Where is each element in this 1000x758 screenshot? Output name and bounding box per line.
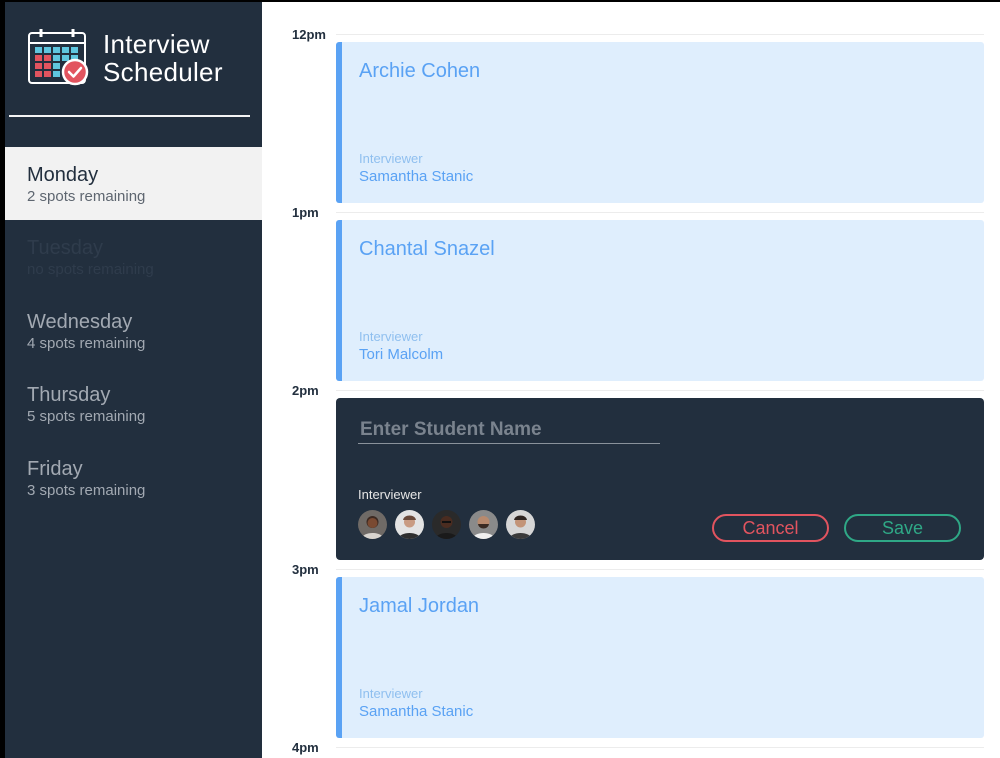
interviewer-label: Interviewer [359, 686, 423, 701]
appointment-card[interactable]: Chantal Snazel Interviewer Tori Malcolm [336, 220, 984, 381]
day-item-monday[interactable]: Monday 2 spots remaining [5, 147, 262, 221]
day-spots: 3 spots remaining [27, 481, 146, 499]
hour-divider [336, 34, 984, 35]
day-name: Tuesday [27, 237, 103, 260]
hour-divider [336, 390, 984, 391]
day-item-tuesday[interactable]: Tuesday no spots remaining [5, 220, 262, 293]
appointment-card[interactable]: Archie Cohen Interviewer Samantha Stanic [336, 42, 984, 203]
student-name: Chantal Snazel [359, 238, 495, 260]
day-spots: 5 spots remaining [27, 408, 146, 426]
interviewer-list [358, 510, 535, 539]
interviewer-avatar[interactable] [469, 510, 498, 539]
interviewer-label: Interviewer [358, 487, 422, 502]
calendar-logo-icon [28, 29, 89, 86]
interviewer-label: Interviewer [359, 329, 423, 344]
day-name: Monday [27, 164, 99, 186]
day-spots: 2 spots remaining [27, 188, 146, 205]
save-button[interactable]: Save [844, 514, 961, 542]
day-item-thursday[interactable]: Thursday 5 spots remaining [5, 367, 262, 440]
day-list: Monday 2 spots remaining Tuesday no spot… [5, 147, 262, 514]
day-spots: no spots remaining [27, 261, 154, 279]
time-label: 12pm [292, 27, 326, 42]
app-title-line2: Scheduler [103, 57, 223, 87]
interviewer-name: Samantha Stanic [359, 703, 474, 720]
interviewer-avatar[interactable] [358, 510, 387, 539]
time-label: 4pm [292, 740, 319, 755]
appointment-card[interactable]: Jamal Jordan Interviewer Samantha Stanic [336, 577, 984, 738]
schedule: 12pm Archie Cohen Interviewer Samantha S… [262, 2, 1000, 758]
time-label: 1pm [292, 205, 319, 220]
student-name: Jamal Jordan [359, 595, 480, 617]
student-name-input[interactable] [358, 416, 660, 444]
day-name: Friday [27, 457, 83, 480]
day-item-wednesday[interactable]: Wednesday 4 spots remaining [5, 294, 262, 367]
booking-form: Interviewer Cancel Save [336, 398, 984, 560]
day-item-friday[interactable]: Friday 3 spots remaining [5, 441, 262, 514]
day-spots: 4 spots remaining [27, 334, 146, 352]
student-name: Archie Cohen [359, 60, 481, 82]
hour-divider [336, 569, 984, 570]
interviewer-avatar[interactable] [506, 510, 535, 539]
app-title: Interview Scheduler [103, 30, 223, 86]
time-label: 2pm [292, 383, 319, 398]
day-name: Thursday [27, 384, 111, 407]
interviewer-name: Samantha Stanic [359, 168, 474, 185]
time-label: 3pm [292, 562, 319, 577]
sidebar-divider [9, 115, 250, 117]
sidebar: Interview Scheduler Monday 2 spots remai… [5, 2, 262, 758]
interviewer-name: Tori Malcolm [359, 346, 444, 363]
interviewer-avatar[interactable] [432, 510, 461, 539]
interviewer-label: Interviewer [359, 151, 423, 166]
interviewer-avatar[interactable] [395, 510, 424, 539]
cancel-button[interactable]: Cancel [712, 514, 829, 542]
app-title-line1: Interview [103, 29, 210, 59]
hour-divider [336, 212, 984, 213]
hour-divider [336, 747, 984, 748]
day-name: Wednesday [27, 310, 133, 333]
